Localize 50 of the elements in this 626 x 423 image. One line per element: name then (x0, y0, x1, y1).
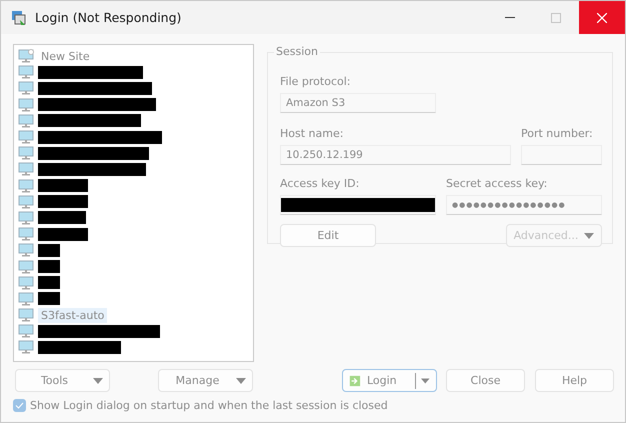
host-field[interactable]: 10.250.12.199 (280, 145, 511, 165)
checkbox[interactable] (13, 399, 26, 412)
site-item[interactable]: New Site (38, 48, 93, 64)
computer-icon (18, 308, 34, 322)
close-button[interactable] (579, 1, 625, 34)
computer-icon (18, 65, 34, 80)
caret-icon (93, 378, 103, 384)
caret-icon (236, 378, 246, 384)
computer-icon (18, 324, 34, 338)
window-title: Login (Not Responding) (35, 10, 182, 25)
computer-icon (18, 146, 34, 160)
field-label: Port number: (521, 127, 594, 141)
computer-icon (18, 276, 34, 290)
field-label: File protocol: (280, 75, 352, 89)
computer-icon (18, 260, 34, 274)
field-label: Secret access key: (446, 177, 548, 191)
site-item[interactable]: S3fast-auto (38, 308, 108, 323)
group-title: Session (274, 45, 320, 58)
manage-button[interactable]: Manage (158, 369, 253, 392)
computer-icon (18, 243, 34, 258)
check-icon (15, 402, 24, 409)
checkbox-label: Show Login dialog on startup and when the last session is closed (30, 399, 388, 412)
computer-icon (18, 162, 34, 176)
close-dialog-button[interactable]: Close (446, 369, 525, 392)
computer-icon (18, 98, 34, 112)
login-button[interactable]: Login (342, 369, 437, 392)
port-field[interactable] (521, 145, 602, 165)
app-icon (11, 10, 27, 26)
help-button[interactable]: Help (535, 369, 614, 392)
field-label: Access key ID: (280, 177, 360, 191)
close-icon (597, 12, 607, 22)
edit-button[interactable]: Edit (280, 224, 376, 247)
computer-icon (18, 194, 34, 209)
computer-icon (18, 292, 34, 306)
computer-icon (18, 340, 34, 354)
computer-icon (18, 210, 34, 225)
protocol-field[interactable]: Amazon S3 (280, 93, 436, 113)
computer-icon (18, 81, 34, 96)
new-site-icon (18, 49, 34, 64)
computer-icon (18, 227, 34, 242)
computer-icon (18, 178, 34, 193)
field-label: Host name: (280, 127, 344, 141)
caret-icon (421, 378, 430, 384)
computer-icon (18, 130, 34, 144)
caret-icon (584, 232, 594, 238)
tools-button[interactable]: Tools (15, 369, 110, 392)
minimize-icon (505, 16, 515, 18)
maximize-icon (551, 12, 561, 22)
login-icon (349, 374, 361, 388)
computer-icon (18, 114, 34, 128)
